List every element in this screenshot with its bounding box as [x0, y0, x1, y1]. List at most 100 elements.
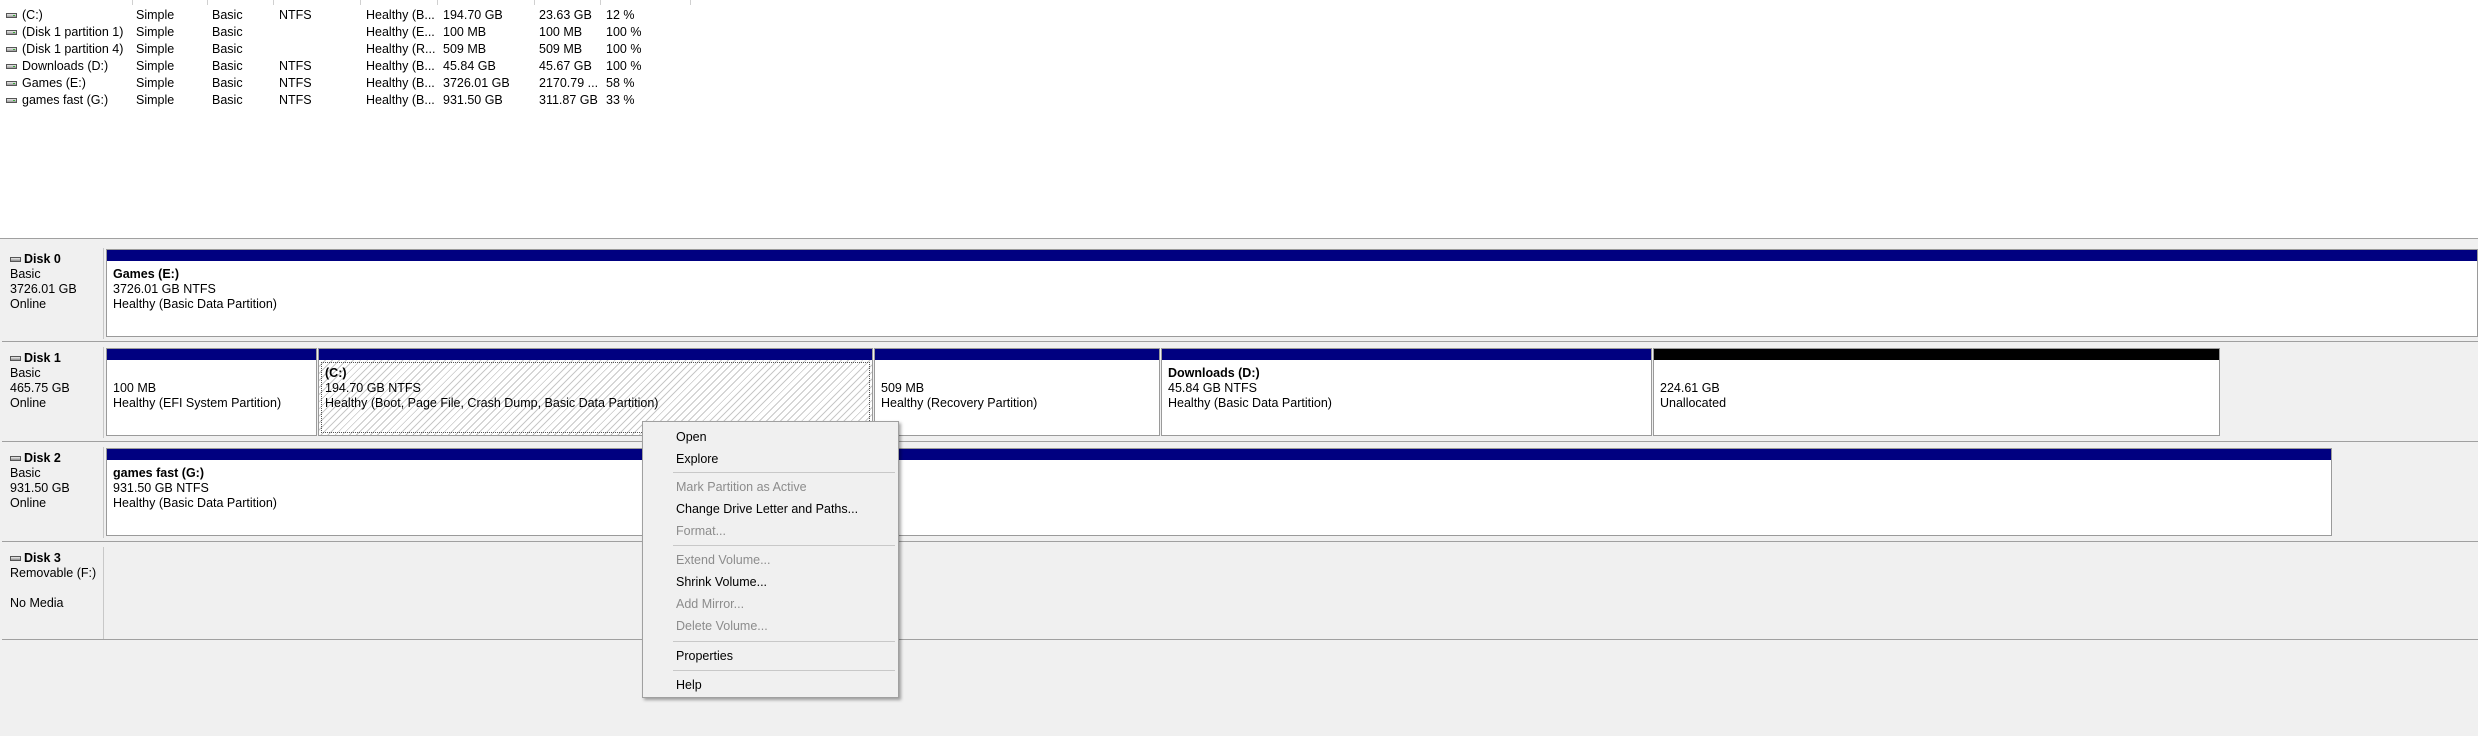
- disk-name: Disk 3: [24, 551, 61, 565]
- volume-row[interactable]: (Disk 1 partition 1) Simple Basic Health…: [0, 24, 700, 41]
- partition-bar: [875, 349, 1159, 360]
- disk-icon: [10, 456, 21, 461]
- disk-3-label[interactable]: Disk 3 Removable (F:) No Media: [2, 547, 104, 639]
- volume-status: Healthy (B...: [366, 76, 435, 90]
- disk-name: Disk 2: [24, 451, 61, 465]
- partition-bar: [1162, 349, 1651, 360]
- volume-percent-free: 100 %: [606, 25, 642, 39]
- menu-separator: [673, 670, 895, 671]
- disk-separator: [2, 639, 2478, 640]
- volume-row[interactable]: Downloads (D:) Simple Basic NTFS Healthy…: [0, 58, 700, 75]
- menu-item-help[interactable]: Help: [643, 675, 898, 695]
- menu-separator: [673, 545, 895, 546]
- menu-item-add-mirror[interactable]: Add Mirror...: [643, 594, 898, 614]
- column-divider[interactable]: [132, 0, 133, 5]
- disk-type: Basic: [10, 267, 41, 281]
- column-divider[interactable]: [690, 0, 691, 5]
- partition-name: Games (E:): [113, 267, 179, 281]
- volume-name: games fast (G:): [22, 93, 109, 107]
- partition-size: 931.50 GB NTFS: [113, 481, 209, 495]
- column-divider[interactable]: [600, 0, 601, 5]
- partition-status: Healthy (Basic Data Partition): [1168, 396, 1332, 410]
- volume-capacity: 100 MB: [443, 25, 487, 39]
- partition-status: Healthy (Boot, Page File, Crash Dump, Ba…: [325, 396, 659, 410]
- volume-layout: Simple: [136, 42, 175, 56]
- menu-item-extend-volume[interactable]: Extend Volume...: [643, 550, 898, 570]
- column-divider[interactable]: [437, 0, 438, 5]
- column-header-row[interactable]: [0, 0, 2478, 5]
- volume-filesystem: NTFS: [279, 76, 312, 90]
- disk-size: 931.50 GB: [10, 481, 70, 495]
- partition-unallocated[interactable]: 224.61 GB Unallocated: [1653, 348, 2220, 436]
- menu-item-format[interactable]: Format...: [643, 521, 898, 541]
- drive-icon: [6, 30, 17, 35]
- volume-name: Downloads (D:): [22, 59, 109, 73]
- volume-name: (Disk 1 partition 4): [22, 42, 124, 56]
- column-divider[interactable]: [360, 0, 361, 5]
- drive-icon: [6, 47, 17, 52]
- column-divider[interactable]: [534, 0, 535, 5]
- column-divider[interactable]: [273, 0, 274, 5]
- volume-layout: Simple: [136, 59, 175, 73]
- disk-size: 465.75 GB: [10, 381, 70, 395]
- volume-status: Healthy (B...: [366, 8, 435, 22]
- menu-item-open[interactable]: Open: [643, 427, 898, 447]
- partition-games-fast-g[interactable]: games fast (G:) 931.50 GB NTFS Healthy (…: [106, 448, 2332, 536]
- partition-name: games fast (G:): [113, 466, 204, 480]
- volume-name: (C:): [22, 8, 43, 22]
- volume-percent-free: 12 %: [606, 8, 635, 22]
- volume-name: Games (E:): [22, 76, 86, 90]
- volume-status: Healthy (E...: [366, 25, 435, 39]
- disk-type: Basic: [10, 366, 41, 380]
- disk-size: [10, 581, 103, 596]
- partition-name: (C:): [325, 366, 347, 380]
- disk-type: Removable (F:): [10, 566, 97, 580]
- volume-type: Basic: [212, 59, 243, 73]
- disk-2-label[interactable]: Disk 2 Basic 931.50 GB Online: [2, 447, 104, 538]
- column-divider[interactable]: [207, 0, 208, 5]
- partition-status: Healthy (Basic Data Partition): [113, 297, 277, 311]
- menu-item-delete-volume[interactable]: Delete Volume...: [643, 616, 898, 636]
- menu-item-explore[interactable]: Explore: [643, 449, 898, 469]
- disk-icon: [10, 356, 21, 361]
- context-menu[interactable]: Open Explore Mark Partition as Active Ch…: [642, 421, 899, 698]
- partition-efi[interactable]: 100 MB Healthy (EFI System Partition): [106, 348, 317, 436]
- disk-1-label[interactable]: Disk 1 Basic 465.75 GB Online: [2, 347, 104, 438]
- volume-capacity: 45.84 GB: [443, 59, 496, 73]
- volume-type: Basic: [212, 25, 243, 39]
- volume-free-space: 509 MB: [539, 42, 583, 56]
- partition-size: 3726.01 GB NTFS: [113, 282, 216, 296]
- menu-item-shrink-volume[interactable]: Shrink Volume...: [643, 572, 898, 592]
- volume-list[interactable]: (C:) Simple Basic NTFS Healthy (B... 194…: [0, 0, 2478, 239]
- partition-status: Unallocated: [1660, 396, 1727, 410]
- disk-name: Disk 0: [24, 252, 61, 266]
- disk-0-label[interactable]: Disk 0 Basic 3726.01 GB Online: [2, 248, 104, 339]
- volume-layout: Simple: [136, 8, 175, 22]
- disk-state: Online: [10, 297, 47, 311]
- volume-filesystem: NTFS: [279, 59, 312, 73]
- volume-status: Healthy (B...: [366, 59, 435, 73]
- menu-item-change-drive-letter[interactable]: Change Drive Letter and Paths...: [643, 499, 898, 519]
- partition-recovery[interactable]: 509 MB Healthy (Recovery Partition): [874, 348, 1160, 436]
- partition-downloads-d[interactable]: Downloads (D:) 45.84 GB NTFS Healthy (Ba…: [1161, 348, 1652, 436]
- volume-percent-free: 33 %: [606, 93, 635, 107]
- volume-free-space: 45.67 GB: [539, 59, 592, 73]
- volume-row[interactable]: games fast (G:) Simple Basic NTFS Health…: [0, 92, 700, 109]
- volume-capacity: 931.50 GB: [443, 93, 503, 107]
- volume-row[interactable]: (Disk 1 partition 4) Simple Basic Health…: [0, 41, 700, 58]
- volume-percent-free: 58 %: [606, 76, 635, 90]
- volume-row[interactable]: (C:) Simple Basic NTFS Healthy (B... 194…: [0, 7, 700, 24]
- volume-name: (Disk 1 partition 1): [22, 25, 124, 39]
- volume-free-space: 23.63 GB: [539, 8, 592, 22]
- partition-games-e[interactable]: Games (E:) 3726.01 GB NTFS Healthy (Basi…: [106, 249, 2478, 337]
- menu-item-properties[interactable]: Properties: [643, 646, 898, 666]
- volume-free-space: 311.87 GB: [539, 93, 598, 107]
- menu-item-mark-active[interactable]: Mark Partition as Active: [643, 477, 898, 497]
- disk-separator: [2, 341, 2478, 342]
- volume-row[interactable]: Games (E:) Simple Basic NTFS Healthy (B.…: [0, 75, 700, 92]
- volume-free-space: 2170.79 ...: [539, 76, 599, 90]
- partition-size: 194.70 GB NTFS: [325, 381, 421, 395]
- disk-size: 3726.01 GB: [10, 282, 77, 296]
- volume-capacity: 194.70 GB: [443, 8, 503, 22]
- drive-icon: [6, 64, 17, 69]
